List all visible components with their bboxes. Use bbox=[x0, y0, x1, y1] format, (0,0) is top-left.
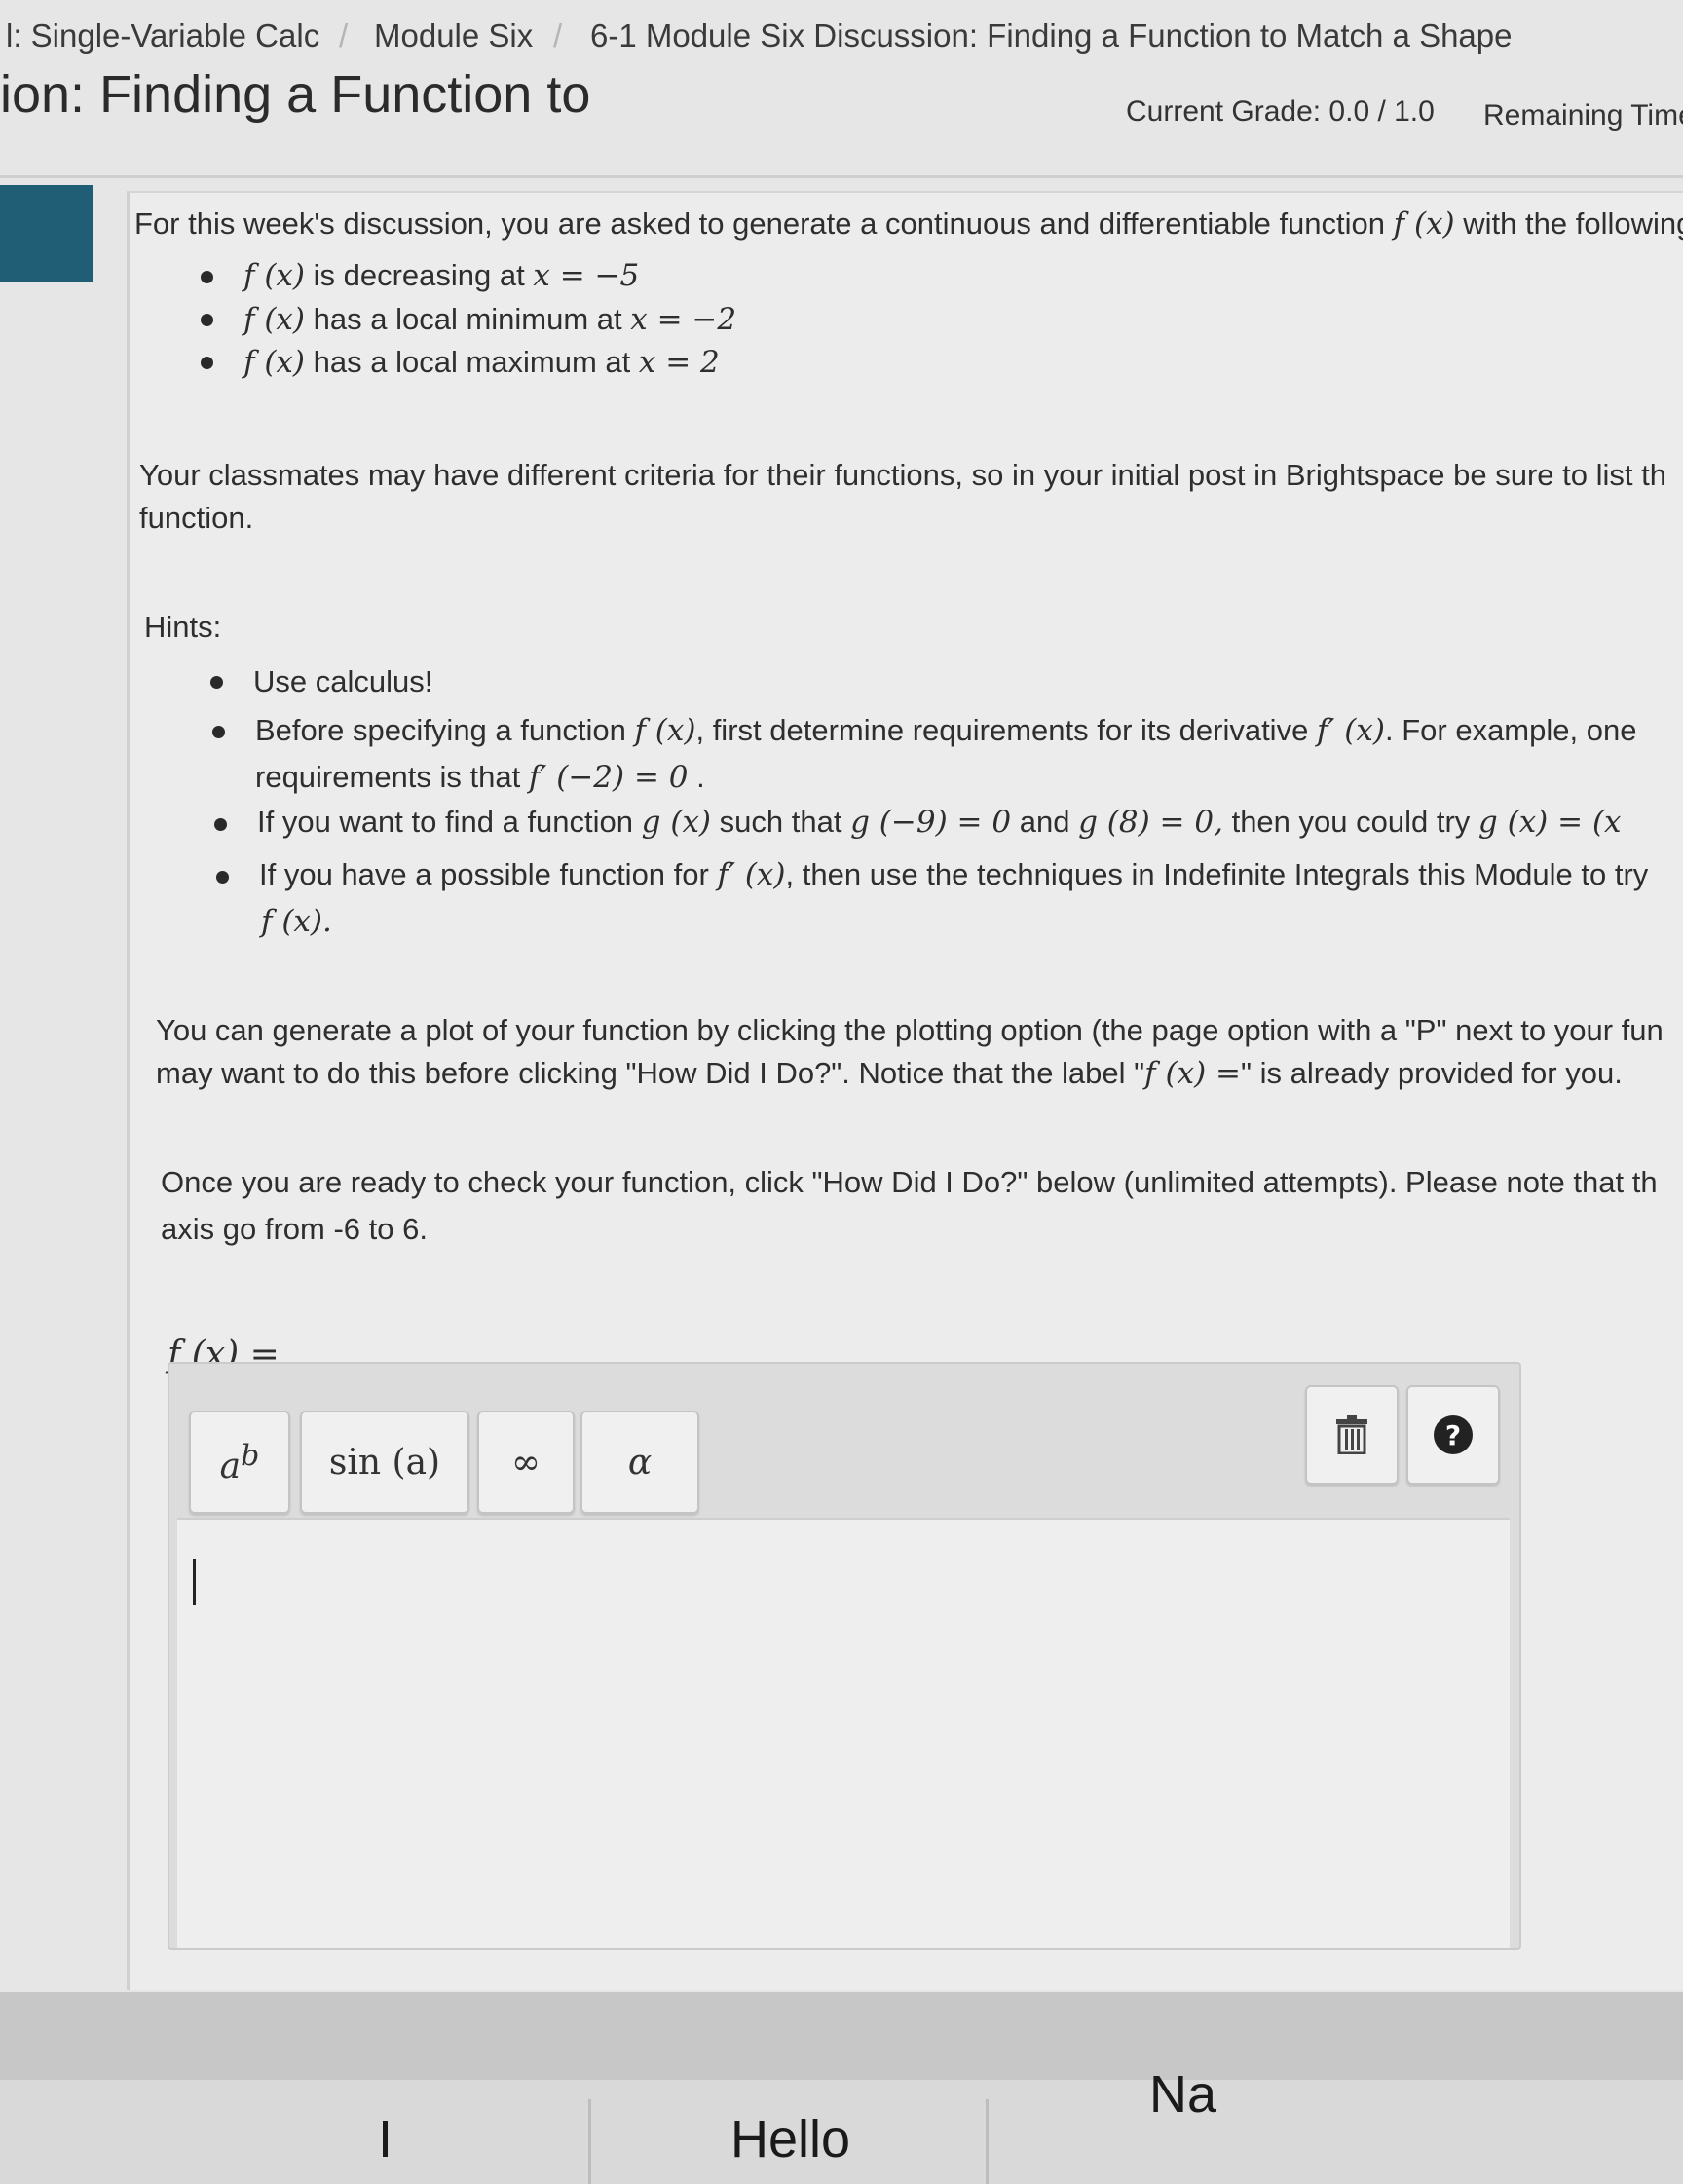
sin-button[interactable]: sin (a) bbox=[300, 1411, 469, 1514]
criterion-item: f (x) has a local minimum at x = −2 bbox=[243, 302, 737, 337]
text-caret bbox=[193, 1559, 196, 1605]
sidebar-accent bbox=[0, 185, 94, 282]
suggestion-item[interactable]: Na bbox=[1149, 2064, 1216, 2125]
criterion-item: f (x) has a local maximum at x = 2 bbox=[243, 345, 720, 380]
hint-item: If you have a possible function for f′ (… bbox=[259, 857, 1649, 892]
exponent-button[interactable]: ab bbox=[189, 1411, 290, 1514]
criterion-item: f (x) is decreasing at x = −5 bbox=[243, 258, 640, 293]
hint-item: Before specifying a function f (x), firs… bbox=[255, 713, 1637, 748]
math-editor: ab sin (a) ∞ α ? bbox=[168, 1362, 1521, 1950]
breadcrumb-page: 6-1 Module Six Discussion: Finding a Fun… bbox=[590, 18, 1513, 54]
plot-text-line2: may want to do this before clicking "How… bbox=[156, 1056, 1623, 1091]
breadcrumb: l: Single-Variable Calc / Module Six / 6… bbox=[0, 14, 1683, 60]
header-divider bbox=[0, 175, 1683, 178]
bullet bbox=[216, 871, 229, 884]
help-icon: ? bbox=[1434, 1415, 1473, 1454]
infinity-button[interactable]: ∞ bbox=[477, 1411, 575, 1514]
breadcrumb-course[interactable]: l: Single-Variable Calc bbox=[6, 18, 319, 55]
check-text-line2: axis go from -6 to 6. bbox=[161, 1212, 428, 1246]
classmates-text-line1: Your classmates may have different crite… bbox=[139, 458, 1666, 492]
bullet bbox=[201, 357, 213, 369]
suggestion-item[interactable]: I bbox=[378, 2109, 393, 2169]
plot-text-line1: You can generate a plot of your function… bbox=[156, 1013, 1664, 1047]
trash-button[interactable] bbox=[1305, 1385, 1399, 1485]
suggestion-divider bbox=[588, 2099, 591, 2184]
alpha-button[interactable]: α bbox=[580, 1411, 699, 1514]
help-button[interactable]: ? bbox=[1406, 1385, 1500, 1485]
keyboard-suggestion-bar: I Hello Na bbox=[0, 1992, 1683, 2184]
bullet bbox=[201, 314, 213, 326]
check-text-line1: Once you are ready to check your functio… bbox=[161, 1165, 1658, 1199]
intro-text: For this week's discussion, you are aske… bbox=[134, 207, 1683, 242]
page: l: Single-Variable Calc / Module Six / 6… bbox=[0, 0, 1683, 2184]
breadcrumb-separator: / bbox=[339, 18, 349, 54]
current-grade: Current Grade: 0.0 / 1.0 bbox=[1126, 95, 1435, 128]
bullet bbox=[201, 271, 213, 283]
hint-item-continued: f (x). bbox=[261, 904, 332, 939]
trash-icon bbox=[1336, 1415, 1367, 1454]
bullet bbox=[214, 818, 227, 831]
page-title: ion: Finding a Function to bbox=[0, 65, 591, 124]
hint-item-continued: requirements is that f′ (−2) = 0 . bbox=[255, 760, 705, 795]
breadcrumb-module[interactable]: Module Six bbox=[374, 18, 533, 55]
hints-label: Hints: bbox=[144, 610, 222, 644]
bullet bbox=[212, 726, 225, 738]
math-input[interactable] bbox=[177, 1518, 1510, 1948]
suggestion-divider bbox=[986, 2099, 989, 2184]
breadcrumb-separator: / bbox=[553, 18, 563, 54]
remaining-time: Remaining Time bbox=[1483, 99, 1683, 132]
exponent-glyph: ab bbox=[219, 1438, 260, 1487]
suggestion-item[interactable]: Hello bbox=[730, 2109, 850, 2169]
classmates-text-line2: function. bbox=[139, 501, 254, 535]
hint-item: If you want to find a function g (x) suc… bbox=[257, 805, 1622, 840]
bullet bbox=[210, 676, 223, 689]
keyboard-top bbox=[0, 1992, 1683, 2080]
hint-item: Use calculus! bbox=[253, 664, 433, 698]
